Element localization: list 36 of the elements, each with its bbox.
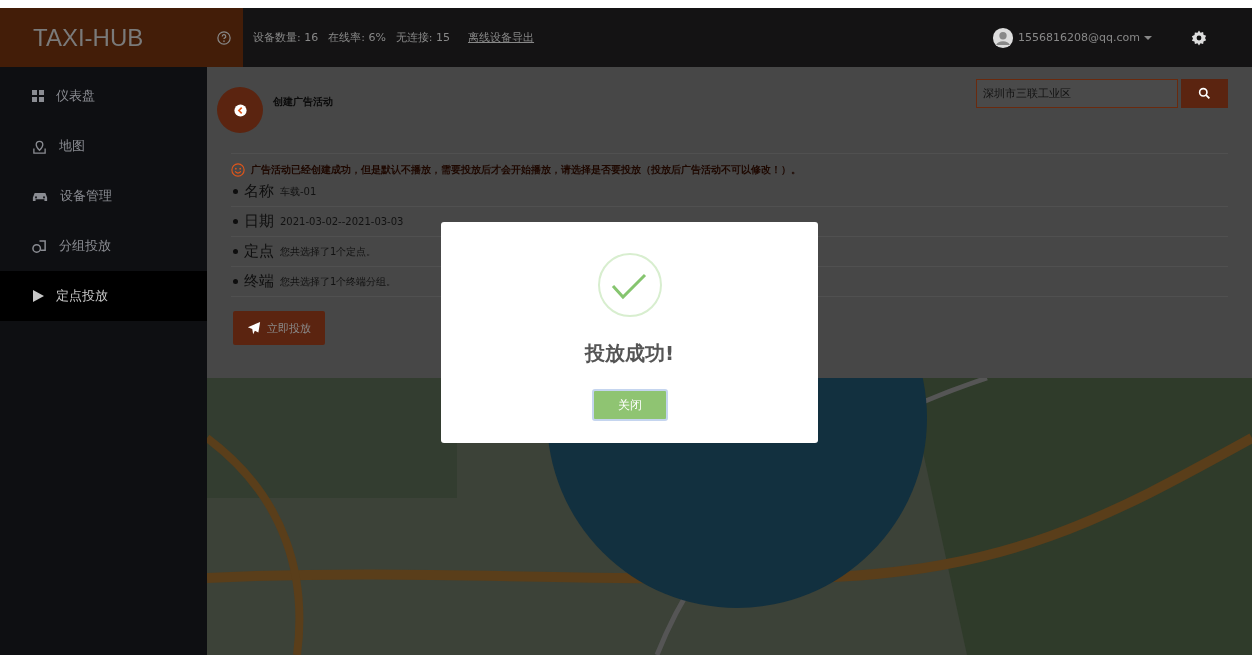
sidebar-item[interactable]: 设备管理 (0, 171, 207, 221)
caret-icon (1144, 35, 1152, 40)
logo-text: TAXI-HUB (33, 23, 144, 52)
sidebar-item[interactable]: 定点投放 (0, 271, 207, 321)
stat-text: 设备数量: 16 (253, 30, 319, 45)
help-icon[interactable] (217, 30, 231, 45)
bullet-icon (233, 279, 238, 284)
user-menu[interactable]: 1556816208@qq.com (1018, 31, 1152, 44)
submit-button[interactable]: 立即投放 (233, 311, 325, 345)
bullet-icon (233, 249, 238, 254)
field-label: 名称 (244, 182, 274, 201)
back-button[interactable] (217, 87, 263, 133)
grid-icon (32, 90, 44, 102)
avatar-icon (992, 26, 1015, 49)
sidebar-item[interactable]: 地图 (0, 121, 207, 171)
checkmark-icon (596, 252, 663, 318)
search-button[interactable] (1181, 79, 1228, 108)
field-label: 终端 (244, 272, 274, 291)
bullet-icon (233, 219, 238, 224)
notice-text: 广告活动已经创建成功，但是默认不播放，需要投放后才会开始播放，请选择是否要投放（投放后广告活动不可以修改！）。 (251, 163, 801, 177)
smile-icon (231, 163, 245, 177)
group-icon (32, 238, 47, 254)
play-icon (32, 290, 44, 302)
map-pin-icon (32, 138, 47, 154)
page-title: 创建广告活动 (273, 95, 333, 109)
stat-text: 无连接: 15 (395, 30, 451, 45)
export-link[interactable]: 离线设备导出 (468, 30, 535, 45)
search-icon (1198, 87, 1211, 100)
field-label: 定点 (244, 242, 274, 261)
dialog-title: 投放成功! (584, 340, 675, 367)
bullet-icon (233, 189, 238, 194)
stat-text: 在线率: 6% (328, 30, 386, 45)
sidebar-item[interactable]: 仪表盘 (0, 71, 207, 121)
paper-plane-icon (247, 321, 261, 335)
sidebar-item[interactable]: 分组投放 (0, 221, 207, 271)
settings-icon[interactable] (1190, 28, 1208, 47)
